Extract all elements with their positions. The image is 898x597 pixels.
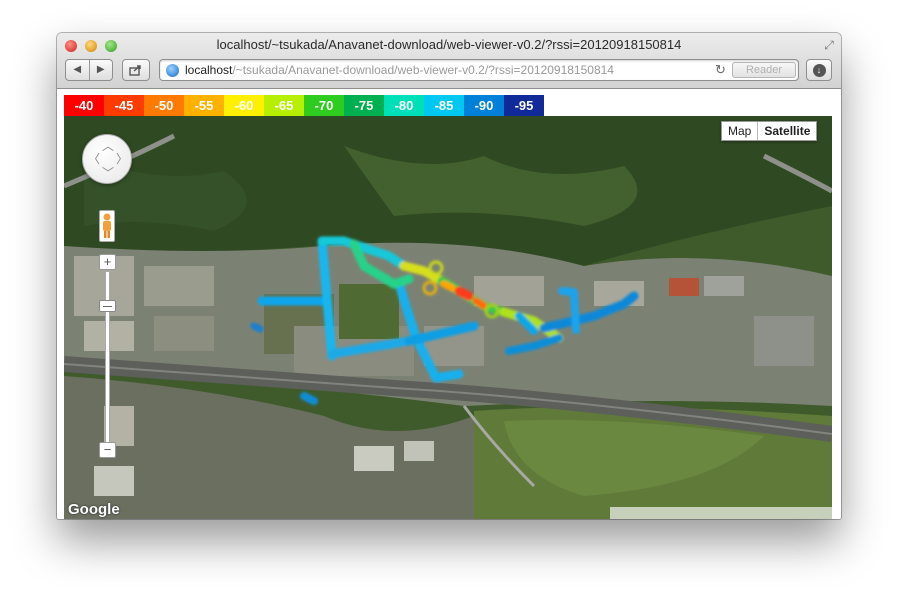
legend-cell: -45 <box>104 95 144 117</box>
url-path: /~tsukada/Anavanet-download/web-viewer-v… <box>232 63 614 77</box>
legend-cell: -60 <box>224 95 264 117</box>
browser-window: localhost/~tsukada/Anavanet-download/web… <box>57 33 841 519</box>
pan-right-icon[interactable]: 〉 <box>116 153 128 165</box>
zoom-out-button[interactable]: − <box>99 442 116 458</box>
map-type-control: Map Satellite <box>721 121 818 141</box>
legend-cell: -40 <box>64 95 104 117</box>
google-logo: Google <box>68 501 120 518</box>
fullscreen-icon[interactable]: ⤢ <box>822 38 836 52</box>
legend-cell: -85 <box>424 95 464 117</box>
forward-arrow-icon[interactable]: ▶ <box>88 60 113 80</box>
reader-button[interactable]: Reader <box>732 62 796 78</box>
legend-cell: -65 <box>264 95 304 117</box>
title-bar: localhost/~tsukada/Anavanet-download/web… <box>57 33 841 89</box>
legend-cell: -95 <box>504 95 544 117</box>
window-title: localhost/~tsukada/Anavanet-download/web… <box>216 37 682 52</box>
share-button[interactable] <box>122 59 150 81</box>
map-attribution <box>610 507 832 519</box>
zoom-in-button[interactable]: + <box>99 254 116 270</box>
downloads-button[interactable]: ↓ <box>806 59 832 81</box>
zoom-slider-track[interactable] <box>105 271 110 447</box>
url-text[interactable]: localhost/~tsukada/Anavanet-download/web… <box>185 63 614 77</box>
page-content: -40 -45 -50 -55 -60 -65 -70 -75 -80 -85 … <box>57 90 841 519</box>
legend-cell: -50 <box>144 95 184 117</box>
street-view-pegman[interactable] <box>99 210 115 242</box>
url-host: localhost <box>185 63 233 77</box>
pan-left-icon[interactable]: 〈 <box>88 153 100 165</box>
map-type-satellite-button[interactable]: Satellite <box>757 122 817 140</box>
satellite-imagery <box>64 116 832 519</box>
pegman-icon <box>103 213 111 238</box>
address-bar[interactable]: localhost/~tsukada/Anavanet-download/web… <box>159 59 799 81</box>
pan-down-icon[interactable]: ﹀ <box>102 167 114 179</box>
rssi-legend: -40 -45 -50 -55 -60 -65 -70 -75 -80 -85 … <box>64 95 544 117</box>
back-arrow-icon[interactable]: ◀ <box>66 60 89 80</box>
pan-control[interactable]: ︿ ﹀ 〈 〉 <box>82 134 132 184</box>
download-icon: ↓ <box>812 63 826 77</box>
pan-up-icon[interactable]: ︿ <box>102 140 114 152</box>
zoom-slider-handle[interactable] <box>99 300 116 312</box>
legend-cell: -75 <box>344 95 384 117</box>
legend-cell: -90 <box>464 95 504 117</box>
share-icon <box>129 65 141 76</box>
legend-cell: -80 <box>384 95 424 117</box>
satellite-map[interactable]: Map Satellite ︿ ﹀ 〈 〉 + − Google <box>64 116 832 519</box>
globe-icon <box>166 64 179 77</box>
map-type-map-button[interactable]: Map <box>722 122 758 140</box>
reload-icon[interactable]: ↻ <box>715 62 726 78</box>
legend-cell: -70 <box>304 95 344 117</box>
legend-cell: -55 <box>184 95 224 117</box>
nav-button-group: ◀ ▶ <box>65 59 113 81</box>
